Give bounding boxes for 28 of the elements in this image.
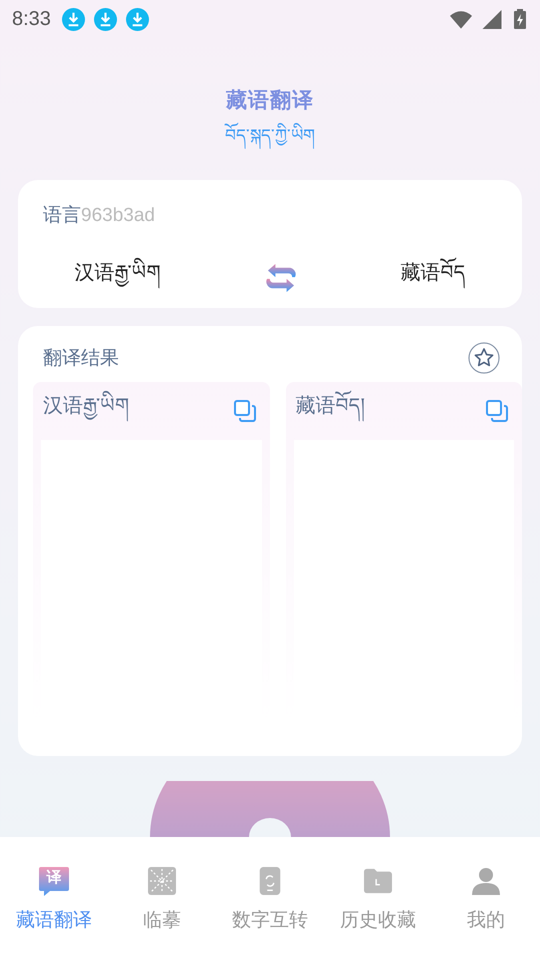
app-title: 藏语翻译	[226, 87, 314, 114]
nav-tab[interactable]: 译 藏语翻译	[0, 865, 108, 933]
pane-language-label: 汉语རྒྱ་ཡིག	[43, 383, 129, 439]
nav-tab[interactable]: 我的	[432, 865, 540, 933]
app-subtitle: བོད་སྐད་ཀྱི་ཡིག	[225, 116, 315, 164]
status-time: 8:33	[12, 8, 51, 30]
source-language-button[interactable]: 汉语རྒྱ་ཡིག	[66, 246, 168, 310]
speech-bubble-icon: 译	[38, 865, 70, 897]
copy-icon[interactable]	[486, 400, 508, 422]
target-language-button[interactable]: 藏语བོད	[392, 246, 474, 310]
download-icon	[126, 8, 149, 30]
language-code: 963b3ad	[81, 205, 155, 227]
swap-icon[interactable]	[266, 264, 296, 292]
grid-icon	[148, 867, 176, 895]
battery-icon	[514, 9, 526, 29]
download-icon	[94, 8, 117, 30]
signal-icon	[481, 10, 503, 28]
nav-tab[interactable]: 数字互转	[216, 865, 324, 933]
result-title: 翻译结果	[43, 346, 119, 371]
nav-tab[interactable]: 临摹	[108, 865, 216, 933]
nav-tab[interactable]: 历史收藏	[324, 865, 432, 933]
folder-icon	[364, 867, 392, 895]
language-label: 语言	[43, 203, 81, 228]
wifi-icon	[450, 10, 472, 28]
download-icon	[62, 8, 85, 30]
copy-icon[interactable]	[234, 400, 256, 422]
pane-language-label: 藏语བོད།	[296, 383, 364, 439]
person-icon	[472, 867, 500, 895]
